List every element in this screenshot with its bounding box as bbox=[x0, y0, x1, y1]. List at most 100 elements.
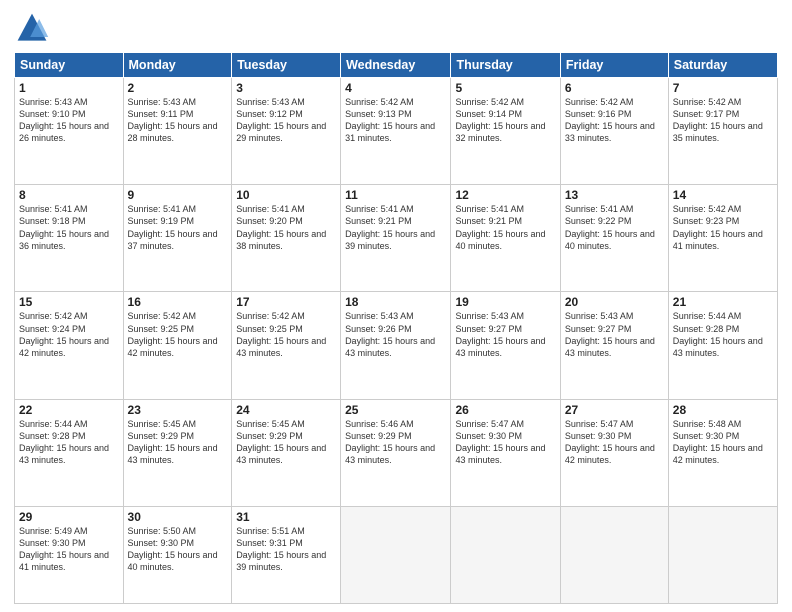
day-number: 30 bbox=[128, 510, 228, 524]
day-info: Sunrise: 5:42 AMSunset: 9:23 PMDaylight:… bbox=[673, 204, 763, 250]
day-number: 3 bbox=[236, 81, 336, 95]
day-cell-22: 22 Sunrise: 5:44 AMSunset: 9:28 PMDaylig… bbox=[15, 399, 124, 506]
day-number: 20 bbox=[565, 295, 664, 309]
day-cell-23: 23 Sunrise: 5:45 AMSunset: 9:29 PMDaylig… bbox=[123, 399, 232, 506]
day-cell-25: 25 Sunrise: 5:46 AMSunset: 9:29 PMDaylig… bbox=[341, 399, 451, 506]
day-cell-9: 9 Sunrise: 5:41 AMSunset: 9:19 PMDayligh… bbox=[123, 185, 232, 292]
day-cell-19: 19 Sunrise: 5:43 AMSunset: 9:27 PMDaylig… bbox=[451, 292, 560, 399]
empty-cell bbox=[668, 506, 777, 603]
day-info: Sunrise: 5:43 AMSunset: 9:27 PMDaylight:… bbox=[565, 311, 655, 357]
day-number: 21 bbox=[673, 295, 773, 309]
day-cell-1: 1 Sunrise: 5:43 AMSunset: 9:10 PMDayligh… bbox=[15, 78, 124, 185]
day-number: 2 bbox=[128, 81, 228, 95]
day-number: 15 bbox=[19, 295, 119, 309]
day-info: Sunrise: 5:41 AMSunset: 9:20 PMDaylight:… bbox=[236, 204, 326, 250]
day-number: 5 bbox=[455, 81, 555, 95]
day-info: Sunrise: 5:42 AMSunset: 9:25 PMDaylight:… bbox=[128, 311, 218, 357]
day-number: 25 bbox=[345, 403, 446, 417]
day-info: Sunrise: 5:46 AMSunset: 9:29 PMDaylight:… bbox=[345, 419, 435, 465]
day-cell-2: 2 Sunrise: 5:43 AMSunset: 9:11 PMDayligh… bbox=[123, 78, 232, 185]
day-number: 18 bbox=[345, 295, 446, 309]
day-cell-29: 29 Sunrise: 5:49 AMSunset: 9:30 PMDaylig… bbox=[15, 506, 124, 603]
day-number: 11 bbox=[345, 188, 446, 202]
day-info: Sunrise: 5:42 AMSunset: 9:24 PMDaylight:… bbox=[19, 311, 109, 357]
weekday-header-row: SundayMondayTuesdayWednesdayThursdayFrid… bbox=[15, 53, 778, 78]
day-info: Sunrise: 5:43 AMSunset: 9:10 PMDaylight:… bbox=[19, 97, 109, 143]
weekday-header-friday: Friday bbox=[560, 53, 668, 78]
day-number: 26 bbox=[455, 403, 555, 417]
weekday-header-tuesday: Tuesday bbox=[232, 53, 341, 78]
day-info: Sunrise: 5:44 AMSunset: 9:28 PMDaylight:… bbox=[19, 419, 109, 465]
day-number: 23 bbox=[128, 403, 228, 417]
day-cell-13: 13 Sunrise: 5:41 AMSunset: 9:22 PMDaylig… bbox=[560, 185, 668, 292]
day-number: 8 bbox=[19, 188, 119, 202]
day-number: 29 bbox=[19, 510, 119, 524]
day-cell-18: 18 Sunrise: 5:43 AMSunset: 9:26 PMDaylig… bbox=[341, 292, 451, 399]
day-cell-15: 15 Sunrise: 5:42 AMSunset: 9:24 PMDaylig… bbox=[15, 292, 124, 399]
day-cell-11: 11 Sunrise: 5:41 AMSunset: 9:21 PMDaylig… bbox=[341, 185, 451, 292]
day-info: Sunrise: 5:45 AMSunset: 9:29 PMDaylight:… bbox=[128, 419, 218, 465]
day-info: Sunrise: 5:41 AMSunset: 9:19 PMDaylight:… bbox=[128, 204, 218, 250]
day-cell-7: 7 Sunrise: 5:42 AMSunset: 9:17 PMDayligh… bbox=[668, 78, 777, 185]
day-info: Sunrise: 5:47 AMSunset: 9:30 PMDaylight:… bbox=[455, 419, 545, 465]
day-info: Sunrise: 5:41 AMSunset: 9:21 PMDaylight:… bbox=[345, 204, 435, 250]
header bbox=[14, 10, 778, 46]
day-info: Sunrise: 5:47 AMSunset: 9:30 PMDaylight:… bbox=[565, 419, 655, 465]
day-cell-21: 21 Sunrise: 5:44 AMSunset: 9:28 PMDaylig… bbox=[668, 292, 777, 399]
day-cell-8: 8 Sunrise: 5:41 AMSunset: 9:18 PMDayligh… bbox=[15, 185, 124, 292]
day-number: 16 bbox=[128, 295, 228, 309]
day-cell-30: 30 Sunrise: 5:50 AMSunset: 9:30 PMDaylig… bbox=[123, 506, 232, 603]
day-cell-31: 31 Sunrise: 5:51 AMSunset: 9:31 PMDaylig… bbox=[232, 506, 341, 603]
day-number: 14 bbox=[673, 188, 773, 202]
day-info: Sunrise: 5:42 AMSunset: 9:16 PMDaylight:… bbox=[565, 97, 655, 143]
logo bbox=[14, 10, 54, 46]
day-info: Sunrise: 5:43 AMSunset: 9:27 PMDaylight:… bbox=[455, 311, 545, 357]
day-cell-6: 6 Sunrise: 5:42 AMSunset: 9:16 PMDayligh… bbox=[560, 78, 668, 185]
day-cell-27: 27 Sunrise: 5:47 AMSunset: 9:30 PMDaylig… bbox=[560, 399, 668, 506]
weekday-header-saturday: Saturday bbox=[668, 53, 777, 78]
weekday-header-wednesday: Wednesday bbox=[341, 53, 451, 78]
day-number: 1 bbox=[19, 81, 119, 95]
day-number: 24 bbox=[236, 403, 336, 417]
logo-icon bbox=[14, 10, 50, 46]
day-info: Sunrise: 5:48 AMSunset: 9:30 PMDaylight:… bbox=[673, 419, 763, 465]
day-cell-17: 17 Sunrise: 5:42 AMSunset: 9:25 PMDaylig… bbox=[232, 292, 341, 399]
day-cell-10: 10 Sunrise: 5:41 AMSunset: 9:20 PMDaylig… bbox=[232, 185, 341, 292]
day-cell-28: 28 Sunrise: 5:48 AMSunset: 9:30 PMDaylig… bbox=[668, 399, 777, 506]
day-info: Sunrise: 5:42 AMSunset: 9:13 PMDaylight:… bbox=[345, 97, 435, 143]
day-info: Sunrise: 5:42 AMSunset: 9:17 PMDaylight:… bbox=[673, 97, 763, 143]
day-info: Sunrise: 5:50 AMSunset: 9:30 PMDaylight:… bbox=[128, 526, 218, 572]
day-number: 27 bbox=[565, 403, 664, 417]
week-row-1: 1 Sunrise: 5:43 AMSunset: 9:10 PMDayligh… bbox=[15, 78, 778, 185]
day-cell-26: 26 Sunrise: 5:47 AMSunset: 9:30 PMDaylig… bbox=[451, 399, 560, 506]
day-info: Sunrise: 5:49 AMSunset: 9:30 PMDaylight:… bbox=[19, 526, 109, 572]
day-info: Sunrise: 5:41 AMSunset: 9:22 PMDaylight:… bbox=[565, 204, 655, 250]
day-cell-14: 14 Sunrise: 5:42 AMSunset: 9:23 PMDaylig… bbox=[668, 185, 777, 292]
week-row-4: 22 Sunrise: 5:44 AMSunset: 9:28 PMDaylig… bbox=[15, 399, 778, 506]
day-info: Sunrise: 5:44 AMSunset: 9:28 PMDaylight:… bbox=[673, 311, 763, 357]
day-number: 13 bbox=[565, 188, 664, 202]
day-number: 28 bbox=[673, 403, 773, 417]
day-cell-24: 24 Sunrise: 5:45 AMSunset: 9:29 PMDaylig… bbox=[232, 399, 341, 506]
day-number: 6 bbox=[565, 81, 664, 95]
day-number: 9 bbox=[128, 188, 228, 202]
day-number: 12 bbox=[455, 188, 555, 202]
weekday-header-monday: Monday bbox=[123, 53, 232, 78]
week-row-5: 29 Sunrise: 5:49 AMSunset: 9:30 PMDaylig… bbox=[15, 506, 778, 603]
day-cell-5: 5 Sunrise: 5:42 AMSunset: 9:14 PMDayligh… bbox=[451, 78, 560, 185]
empty-cell bbox=[560, 506, 668, 603]
calendar-table: SundayMondayTuesdayWednesdayThursdayFrid… bbox=[14, 52, 778, 604]
day-cell-4: 4 Sunrise: 5:42 AMSunset: 9:13 PMDayligh… bbox=[341, 78, 451, 185]
empty-cell bbox=[451, 506, 560, 603]
week-row-2: 8 Sunrise: 5:41 AMSunset: 9:18 PMDayligh… bbox=[15, 185, 778, 292]
day-info: Sunrise: 5:42 AMSunset: 9:14 PMDaylight:… bbox=[455, 97, 545, 143]
day-number: 19 bbox=[455, 295, 555, 309]
day-info: Sunrise: 5:51 AMSunset: 9:31 PMDaylight:… bbox=[236, 526, 326, 572]
day-number: 7 bbox=[673, 81, 773, 95]
day-number: 22 bbox=[19, 403, 119, 417]
day-info: Sunrise: 5:45 AMSunset: 9:29 PMDaylight:… bbox=[236, 419, 326, 465]
day-number: 17 bbox=[236, 295, 336, 309]
weekday-header-thursday: Thursday bbox=[451, 53, 560, 78]
day-cell-3: 3 Sunrise: 5:43 AMSunset: 9:12 PMDayligh… bbox=[232, 78, 341, 185]
week-row-3: 15 Sunrise: 5:42 AMSunset: 9:24 PMDaylig… bbox=[15, 292, 778, 399]
